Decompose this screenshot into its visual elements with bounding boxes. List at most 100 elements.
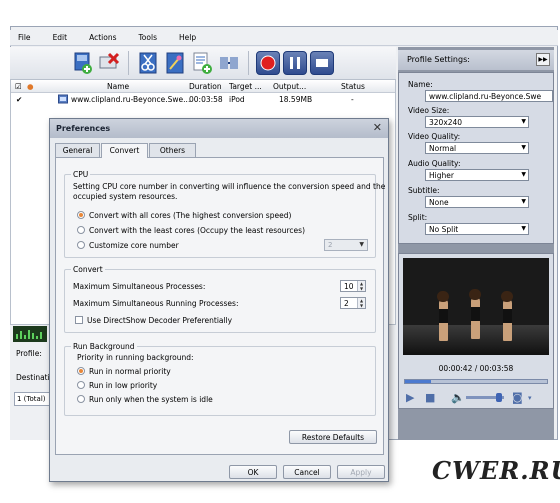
max-processes-label: Maximum Simultaneous Processes: [73, 282, 206, 291]
audio-quality-select[interactable]: Higher ▼ [425, 169, 529, 181]
play-icon[interactable]: ▶ [406, 391, 414, 404]
record-button[interactable] [256, 51, 280, 75]
dancer-figure [501, 291, 513, 341]
dialog-title-bar: Preferences ✕ [50, 119, 388, 138]
video-quality-select[interactable]: Normal ▼ [425, 142, 529, 154]
column-output[interactable]: Output... [273, 82, 306, 91]
menu-bar: File Edit Actions Tools Help [10, 30, 558, 46]
add-profile-button[interactable] [190, 51, 214, 75]
seek-bar[interactable] [404, 379, 548, 384]
total-count-field[interactable]: 1 (Total) [14, 392, 50, 406]
column-target[interactable]: Target ... [229, 82, 262, 91]
normal-priority-label: Run in normal priority [89, 367, 171, 376]
stop-icon[interactable]: ■ [425, 391, 435, 404]
effect-icon [166, 52, 184, 74]
toolbar [10, 47, 396, 79]
file-list-header: ☑ ● Name Duration Target ... Output... S… [11, 80, 395, 93]
stop-icon [316, 59, 328, 67]
low-priority-radio[interactable] [77, 381, 85, 389]
menu-help[interactable]: Help [179, 33, 196, 42]
table-row[interactable]: ✔ www.clipland.ru-Beyonce.Swe... 00:03:5… [11, 93, 395, 106]
tab-general[interactable]: General [55, 143, 100, 157]
idle-priority-radio[interactable] [77, 395, 85, 403]
volume-icon[interactable]: 🔈 [451, 391, 465, 404]
stop-button[interactable] [310, 51, 334, 75]
all-cores-label: Convert with all cores (The highest conv… [89, 211, 292, 220]
tab-convert[interactable]: Convert [101, 143, 148, 158]
run-background-title: Run Background [71, 342, 137, 351]
merge-button[interactable] [217, 51, 241, 75]
customize-cores-radio[interactable] [77, 241, 85, 249]
status-legend-icon: ● [27, 82, 34, 91]
dropdown-arrow-icon: ▼ [521, 144, 526, 151]
document-add-icon [193, 52, 212, 74]
priority-label: Priority in running background: [77, 353, 194, 362]
all-cores-radio[interactable] [77, 211, 85, 219]
toolbar-separator [248, 51, 249, 75]
apply-button[interactable]: Apply [337, 465, 385, 479]
clip-button[interactable] [136, 51, 160, 75]
column-name[interactable]: Name [107, 82, 129, 91]
pause-icon [290, 57, 300, 69]
spinner-arrows-icon[interactable]: ▲ ▼ [357, 298, 365, 308]
tab-others[interactable]: Others [149, 143, 196, 157]
merge-icon [220, 57, 238, 69]
row-checkbox[interactable]: ✔ [16, 95, 22, 104]
core-number-select[interactable]: 2 ▼ [324, 239, 368, 251]
subtitle-select[interactable]: None ▼ [425, 196, 529, 208]
subtitle-label: Subtitle: [408, 186, 440, 195]
max-running-label: Maximum Simultaneous Running Processes: [73, 299, 239, 308]
restore-defaults-button[interactable]: Restore Defaults [289, 430, 377, 444]
watermark-logo: CWER.RU [432, 456, 560, 485]
expand-toggle-button[interactable]: ▶▶ [536, 53, 550, 66]
dropdown-arrow-icon: ▼ [521, 198, 526, 205]
run-background-group: Run Background Priority in running backg… [64, 342, 376, 416]
ok-button[interactable]: OK [229, 465, 277, 479]
add-file-button[interactable] [70, 51, 94, 75]
split-select[interactable]: No Split ▼ [425, 223, 529, 235]
normal-priority-radio[interactable] [77, 367, 85, 375]
name-label: Name: [408, 80, 433, 89]
close-icon[interactable]: ✕ [373, 121, 382, 134]
menu-tools[interactable]: Tools [139, 33, 157, 42]
least-cores-label: Convert with the least cores (Occupy the… [89, 226, 305, 235]
remove-file-button[interactable] [97, 51, 121, 75]
subtitle-value: None [429, 198, 449, 207]
video-size-value: 320x240 [429, 118, 463, 127]
video-size-label: Video Size: [408, 106, 450, 115]
toolbar-separator [128, 51, 129, 75]
column-duration[interactable]: Duration [189, 82, 222, 91]
split-label: Split: [408, 213, 428, 222]
scissors-icon [139, 52, 157, 74]
row-name: www.clipland.ru-Beyonce.Swe... [71, 95, 191, 104]
check-all-checkbox[interactable]: ☑ [15, 82, 22, 91]
dancer-figure [437, 291, 449, 341]
video-file-icon [58, 94, 68, 106]
spinner-arrows-icon[interactable]: ▲ ▼ [357, 281, 365, 291]
column-status[interactable]: Status [341, 82, 365, 91]
effect-button[interactable] [163, 51, 187, 75]
preferences-dialog: Preferences ✕ General Convert Others CPU… [49, 118, 389, 482]
audio-wave-meter [13, 326, 47, 342]
least-cores-radio[interactable] [77, 226, 85, 234]
menu-file[interactable]: File [18, 33, 31, 42]
row-output: 18.59MB [279, 95, 313, 104]
volume-slider-knob[interactable] [496, 393, 502, 402]
pause-button[interactable] [283, 51, 307, 75]
video-preview[interactable] [403, 258, 549, 355]
cancel-button[interactable]: Cancel [283, 465, 331, 479]
chevron-down-icon[interactable]: ▾ [528, 394, 532, 402]
convert-group-title: Convert [71, 265, 105, 274]
add-file-icon [74, 52, 92, 74]
menu-edit[interactable]: Edit [53, 33, 68, 42]
playback-timecode: 00:00:42 / 00:03:58 [438, 364, 514, 373]
profile-settings-panel: Name: www.clipland.ru-Beyonce.Swe Video … [398, 72, 554, 244]
video-quality-value: Normal [429, 144, 457, 153]
snapshot-icon[interactable]: ◙ [512, 391, 523, 404]
video-size-select[interactable]: 320x240 ▼ [425, 116, 529, 128]
menu-actions[interactable]: Actions [89, 33, 116, 42]
max-running-spinner[interactable]: 2 ▲ ▼ [340, 297, 366, 309]
name-field[interactable]: www.clipland.ru-Beyonce.Swe [425, 90, 553, 102]
directshow-checkbox[interactable] [75, 316, 83, 324]
max-processes-spinner[interactable]: 10 ▲ ▼ [340, 280, 366, 292]
